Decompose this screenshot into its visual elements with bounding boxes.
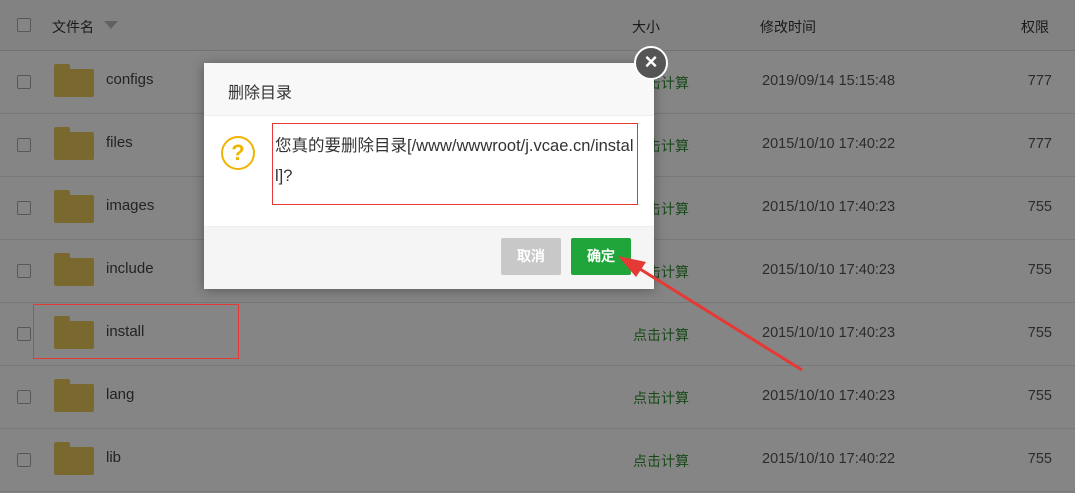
select-all-checkbox[interactable] [17,18,31,32]
folder-icon [54,64,94,97]
delete-directory-dialog: 删除目录 × ? 您真的要删除目录[/www/wwwroot/j.vcae.cn… [204,46,668,289]
modified-time: 2015/10/10 17:40:23 [762,388,896,404]
confirm-button[interactable]: 确定 [571,238,631,275]
permission[interactable]: 755 [1028,199,1052,215]
permission[interactable]: 755 [1028,388,1052,404]
file-name[interactable]: files [106,134,133,151]
row-checkbox[interactable] [17,327,31,341]
row-checkbox[interactable] [17,453,31,467]
modified-time: 2015/10/10 17:40:23 [762,325,896,341]
row-checkbox[interactable] [17,390,31,404]
row-checkbox[interactable] [17,201,31,215]
file-name[interactable]: lib [106,449,121,466]
dialog-message: 您真的要删除目录[/www/wwwroot/j.vcae.cn/install]… [272,123,638,205]
folder-icon [54,442,94,475]
calc-size-link[interactable]: 点击计算 [633,451,689,471]
file-name[interactable]: include [106,260,154,277]
column-header-size[interactable]: 大小 [632,17,660,37]
question-icon: ? [221,136,255,170]
row-checkbox[interactable] [17,75,31,89]
file-name[interactable]: configs [106,71,154,88]
row-checkbox[interactable] [17,264,31,278]
modified-time: 2015/10/10 17:40:23 [762,199,896,215]
permission[interactable]: 777 [1028,136,1052,152]
table-row[interactable]: lang 点击计算 2015/10/10 17:40:23 755 [0,366,1075,429]
folder-icon [54,379,94,412]
table-header: 文件名 大小 修改时间 权限 [0,0,1075,51]
modified-time: 2019/09/14 15:15:48 [762,73,896,89]
folder-icon [54,253,94,286]
folder-icon [54,190,94,223]
dialog-footer: 取消 确定 [204,226,654,289]
dialog-title: 删除目录 [228,85,293,102]
modified-time: 2015/10/10 17:40:22 [762,136,896,152]
file-name[interactable]: images [106,197,154,214]
calc-size-link[interactable]: 点击计算 [633,388,689,408]
file-name[interactable]: lang [106,386,134,403]
cancel-button[interactable]: 取消 [501,238,561,275]
permission[interactable]: 755 [1028,325,1052,341]
sort-down-icon[interactable] [104,21,118,29]
column-header-mtime[interactable]: 修改时间 [760,17,816,37]
calc-size-link[interactable]: 点击计算 [633,325,689,345]
dialog-header: 删除目录 [204,63,654,116]
annotation-highlight-install [33,304,239,359]
modified-time: 2015/10/10 17:40:23 [762,262,896,278]
row-checkbox[interactable] [17,138,31,152]
folder-icon [54,127,94,160]
permission[interactable]: 777 [1028,73,1052,89]
column-header-perm[interactable]: 权限 [1021,17,1049,37]
column-header-name[interactable]: 文件名 [52,17,94,37]
table-row[interactable]: lib 点击计算 2015/10/10 17:40:22 755 [0,429,1075,492]
close-icon[interactable]: × [634,46,668,80]
permission[interactable]: 755 [1028,451,1052,467]
permission[interactable]: 755 [1028,262,1052,278]
modified-time: 2015/10/10 17:40:22 [762,451,896,467]
